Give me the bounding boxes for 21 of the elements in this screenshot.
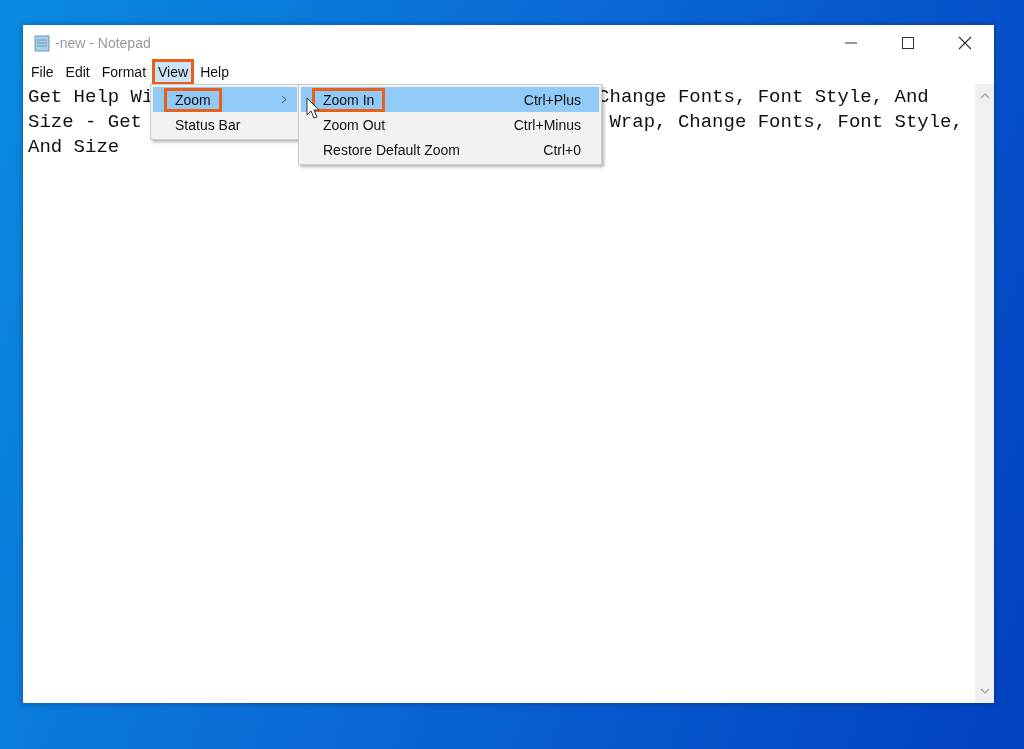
menu-item[interactable]: File — [25, 59, 60, 85]
document-text: And Size — [28, 135, 120, 160]
menu-item[interactable]: Zoom In Ctrl+Plus — [301, 87, 599, 112]
notepad-icon — [33, 33, 51, 52]
document-text: Size - Get — [28, 110, 143, 135]
menu-item[interactable]: Zoom Out Ctrl+Minus — [301, 112, 599, 137]
scroll-up-icon[interactable] — [979, 92, 990, 100]
document-text: Get Help Wi — [28, 85, 154, 110]
document-text: Wrap, Change Fonts, Font Style, — [609, 110, 963, 135]
menu-item[interactable]: Status Bar — [153, 112, 297, 137]
menu-item[interactable]: View — [152, 59, 195, 85]
menu-item[interactable]: Help — [194, 59, 235, 85]
menu-item[interactable]: Edit — [59, 59, 96, 85]
menu-item[interactable]: Format — [95, 59, 153, 85]
maximize-icon[interactable] — [901, 35, 915, 50]
scroll-down-icon[interactable] — [979, 687, 990, 695]
menu-item[interactable]: Zoom — [153, 87, 297, 112]
close-icon[interactable] — [958, 35, 972, 50]
mouse-pointer-icon — [306, 97, 320, 119]
window-title: -new - Notepad — [55, 34, 151, 51]
menu-item[interactable]: Restore Default Zoom Ctrl+0 — [301, 137, 599, 162]
